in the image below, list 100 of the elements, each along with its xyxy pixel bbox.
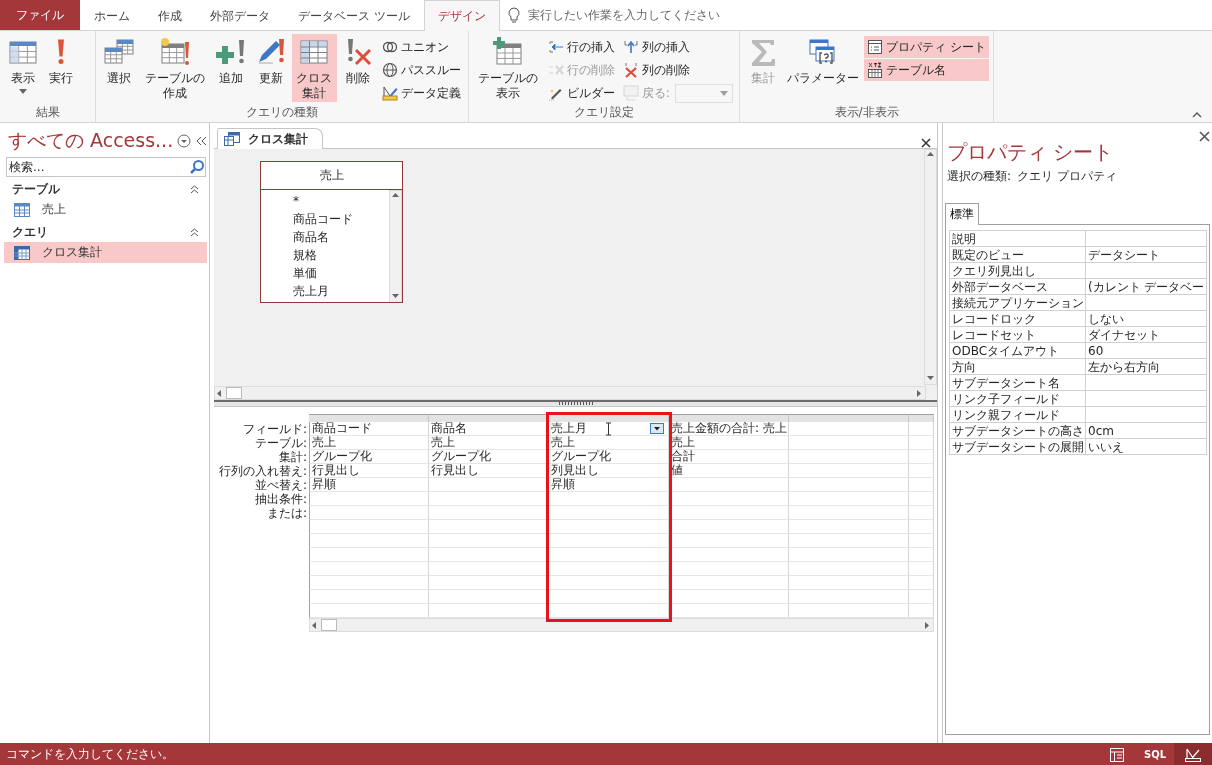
grid-cell[interactable]: [549, 492, 669, 506]
ribbon-button[interactable]: ユニオン: [379, 36, 465, 58]
ribbon-button[interactable]: プロパティ シート: [864, 36, 989, 58]
grid-cell[interactable]: [549, 590, 669, 604]
grid-cell[interactable]: [909, 478, 934, 492]
grid-cell[interactable]: [669, 590, 789, 604]
close-icon[interactable]: [921, 138, 931, 148]
ribbon-button[interactable]: パラメーター: [784, 34, 863, 102]
grid-cell[interactable]: [549, 562, 669, 576]
splitter[interactable]: [214, 400, 937, 407]
grid-cell[interactable]: [309, 534, 429, 548]
grid-cell[interactable]: [909, 436, 934, 450]
grid-cell[interactable]: [909, 576, 934, 590]
grid-cell[interactable]: [789, 548, 909, 562]
document-tab[interactable]: クロス集計: [217, 128, 323, 149]
grid-cell[interactable]: [309, 576, 429, 590]
ribbon-button[interactable]: 実行: [44, 34, 78, 102]
ribbon-button[interactable]: 行の挿入: [544, 36, 618, 58]
column-selector[interactable]: [669, 414, 789, 422]
grid-cell[interactable]: 合計: [669, 450, 789, 464]
grid-cell[interactable]: 昇順: [549, 478, 669, 492]
grid-cell[interactable]: [789, 422, 909, 436]
grid-cell[interactable]: [909, 422, 934, 436]
grid-cell[interactable]: [789, 464, 909, 478]
ribbon-tab[interactable]: 作成: [144, 1, 196, 31]
field-name[interactable]: 規格: [293, 246, 389, 264]
search-field[interactable]: 検索...: [6, 157, 206, 177]
grid-cell[interactable]: グループ化: [549, 450, 669, 464]
grid-cell[interactable]: 売上: [429, 436, 549, 450]
group-header[interactable]: クエリ: [0, 222, 209, 242]
search-icon[interactable]: [189, 159, 205, 175]
scrollbar[interactable]: [389, 190, 402, 302]
dropdown-button[interactable]: [650, 423, 664, 434]
column-selector[interactable]: [789, 414, 909, 422]
grid-cell[interactable]: [789, 562, 909, 576]
ribbon-button[interactable]: ビルダー: [544, 82, 618, 104]
field-name[interactable]: *: [293, 192, 389, 210]
ribbon-button[interactable]: テーブルの作成: [140, 34, 210, 102]
grid-cell[interactable]: グループ化: [309, 450, 429, 464]
grid-cell[interactable]: [549, 534, 669, 548]
ribbon-button[interactable]: テーブル名: [864, 59, 989, 81]
grid-cell[interactable]: 商品名: [429, 422, 549, 436]
scrollbar[interactable]: [924, 149, 937, 385]
grid-cell[interactable]: [789, 478, 909, 492]
table-box[interactable]: 売上 * 商品コード 商品名 規格 単価 売上月: [260, 161, 403, 303]
grid-cell[interactable]: [669, 534, 789, 548]
grid-cell[interactable]: [309, 562, 429, 576]
field-name[interactable]: 売上月: [293, 282, 389, 300]
grid-cell[interactable]: [909, 492, 934, 506]
ribbon-button[interactable]: 選択: [100, 34, 138, 102]
group-header[interactable]: テーブル: [0, 179, 209, 199]
grid-cell[interactable]: [789, 576, 909, 590]
scrollbar[interactable]: [309, 618, 934, 632]
field-name[interactable]: 単価: [293, 264, 389, 282]
ribbon-tab[interactable]: ホーム: [80, 1, 144, 31]
grid-cell[interactable]: [909, 450, 934, 464]
property-value[interactable]: 60: [1085, 342, 1207, 359]
ribbon-tab[interactable]: データベース ツール: [284, 1, 424, 31]
collapse-icon[interactable]: [1192, 112, 1202, 118]
grid-cell[interactable]: [789, 534, 909, 548]
ribbon-button[interactable]: クロス集計: [291, 34, 338, 102]
ribbon-tab[interactable]: 外部データ: [196, 1, 284, 31]
grid-cell[interactable]: 行見出し: [309, 464, 429, 478]
grid-cell[interactable]: 列見出し: [549, 464, 669, 478]
grid-cell[interactable]: [669, 562, 789, 576]
scrollbar[interactable]: [214, 386, 926, 400]
ribbon-button[interactable]: 表示: [4, 34, 42, 102]
grid-cell[interactable]: [669, 520, 789, 534]
grid-cell[interactable]: [309, 548, 429, 562]
property-value[interactable]: 0cm: [1085, 422, 1207, 439]
field-name[interactable]: 商品名: [293, 228, 389, 246]
grid-cell[interactable]: グループ化: [429, 450, 549, 464]
ribbon-button[interactable]: データ定義: [379, 82, 465, 104]
grid-cell[interactable]: [909, 590, 934, 604]
grid-cell[interactable]: [669, 478, 789, 492]
property-value[interactable]: いいえ: [1085, 438, 1207, 455]
nav-item[interactable]: クロス集計: [4, 242, 207, 263]
grid-cell[interactable]: [909, 534, 934, 548]
grid-cell[interactable]: [549, 506, 669, 520]
grid-cell[interactable]: [309, 520, 429, 534]
grid-cell[interactable]: [789, 492, 909, 506]
grid-cell[interactable]: 昇順: [309, 478, 429, 492]
close-icon[interactable]: [1199, 131, 1210, 142]
scroll-thumb[interactable]: [321, 619, 337, 631]
property-value[interactable]: [1085, 230, 1207, 247]
grid-cell[interactable]: 値: [669, 464, 789, 478]
grid-cell[interactable]: 売上: [309, 436, 429, 450]
grid-cell[interactable]: 商品コード: [309, 422, 429, 436]
grid-cell[interactable]: 売上月: [549, 422, 669, 436]
grid-cell[interactable]: [309, 506, 429, 520]
grid-cell[interactable]: 行見出し: [429, 464, 549, 478]
ribbon-tab[interactable]: デザイン: [423, 0, 500, 31]
grid-cell[interactable]: [789, 590, 909, 604]
ribbon-button[interactable]: 更新: [251, 34, 290, 102]
grid-cell[interactable]: [549, 576, 669, 590]
ribbon-button[interactable]: 列の挿入: [619, 36, 733, 58]
column-selector[interactable]: [429, 414, 549, 422]
grid-cell[interactable]: [789, 506, 909, 520]
ribbon-button[interactable]: パススルー: [379, 59, 465, 81]
grid-cell[interactable]: [549, 520, 669, 534]
